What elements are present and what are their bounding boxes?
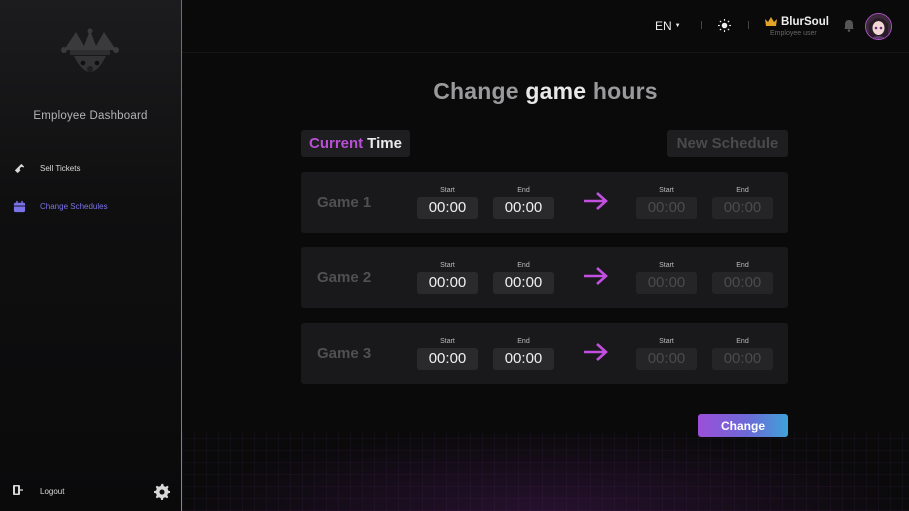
new-start-input[interactable]: 00:00 [636,197,697,219]
current-start-value: 00:00 [417,272,478,294]
logout-label: Logout [40,486,65,496]
start-label: Start [659,338,674,345]
user-name: BlurSoul [781,16,829,28]
game-label: Game 2 [317,269,372,286]
current-end-value: 00:00 [493,197,554,219]
divider [701,21,702,29]
logout-icon [12,484,24,498]
title-part: Change [433,78,526,104]
game-row: Game 1 Start 00:00 End 00:00 Start 00:00… [301,172,788,233]
new-start-input[interactable]: 00:00 [636,348,697,370]
game-label: Game 3 [317,345,372,362]
end-label: End [517,187,530,194]
current-start-value: 00:00 [417,348,478,370]
sidebar-item-change-schedules[interactable]: Change Schedules [12,199,108,213]
current-time-tag: Current Time [301,130,410,157]
game-row: Game 3 Start 00:00 End 00:00 Start 00:00… [301,323,788,384]
title-highlight: game [525,78,587,104]
game-label: Game 1 [317,194,372,211]
current-end-field: End 00:00 [493,323,554,370]
background-grid-decoration [182,431,909,511]
start-label: Start [440,262,455,269]
current-start-field: Start 00:00 [417,172,478,219]
jester-logo-icon [61,28,119,72]
current-tag-rest: Time [367,135,402,152]
end-label: End [517,262,530,269]
new-end-field[interactable]: End 00:00 [712,172,773,219]
arrow-right-icon [584,192,608,210]
end-label: End [736,187,749,194]
title-part: hours [586,78,658,104]
bell-icon[interactable] [843,19,855,32]
new-start-field[interactable]: Start 00:00 [636,323,697,370]
crown-icon [765,17,777,26]
new-schedule-tag: New Schedule [667,130,788,157]
start-label: Start [659,262,674,269]
current-start-value: 00:00 [417,197,478,219]
end-label: End [517,338,530,345]
new-end-input[interactable]: 00:00 [712,197,773,219]
arrow-right-icon [584,267,608,285]
new-end-input[interactable]: 00:00 [712,272,773,294]
ticket-icon [12,161,26,175]
current-end-value: 00:00 [493,348,554,370]
current-end-value: 00:00 [493,272,554,294]
page-title: Change game hours [182,78,909,105]
game-row: Game 2 Start 00:00 End 00:00 Start 00:00… [301,247,788,308]
calendar-icon [12,199,26,213]
language-selector[interactable]: EN ▼ [655,19,681,33]
new-end-field[interactable]: End 00:00 [712,323,773,370]
chevron-down-icon: ▼ [674,23,681,29]
start-label: Start [440,338,455,345]
new-start-input[interactable]: 00:00 [636,272,697,294]
language-label: EN [655,19,672,33]
end-label: End [736,338,749,345]
current-start-field: Start 00:00 [417,247,478,294]
gear-icon[interactable] [153,483,170,500]
logout-button[interactable]: Logout [12,484,64,498]
new-end-field[interactable]: End 00:00 [712,247,773,294]
user-menu[interactable]: BlurSoul Employee user [765,16,829,37]
current-end-field: End 00:00 [493,247,554,294]
start-label: Start [440,187,455,194]
avatar[interactable] [865,13,892,40]
new-end-input[interactable]: 00:00 [712,348,773,370]
current-start-field: Start 00:00 [417,323,478,370]
user-role: Employee user [770,30,817,37]
current-end-field: End 00:00 [493,172,554,219]
divider [748,21,749,29]
start-label: Start [659,187,674,194]
sun-icon[interactable] [718,19,731,32]
dashboard-title: Employee Dashboard [33,110,148,122]
end-label: End [736,262,749,269]
arrow-right-icon [584,343,608,361]
new-start-field[interactable]: Start 00:00 [636,247,697,294]
new-start-field[interactable]: Start 00:00 [636,172,697,219]
sidebar-item-sell-tickets[interactable]: Sell Tickets [12,161,80,175]
sidebar: Employee Dashboard Sell Tickets Change S… [0,0,182,511]
current-tag-accent: Current [309,135,364,152]
sidebar-item-label: Sell Tickets [40,163,81,173]
sidebar-item-label: Change Schedules [40,201,108,211]
